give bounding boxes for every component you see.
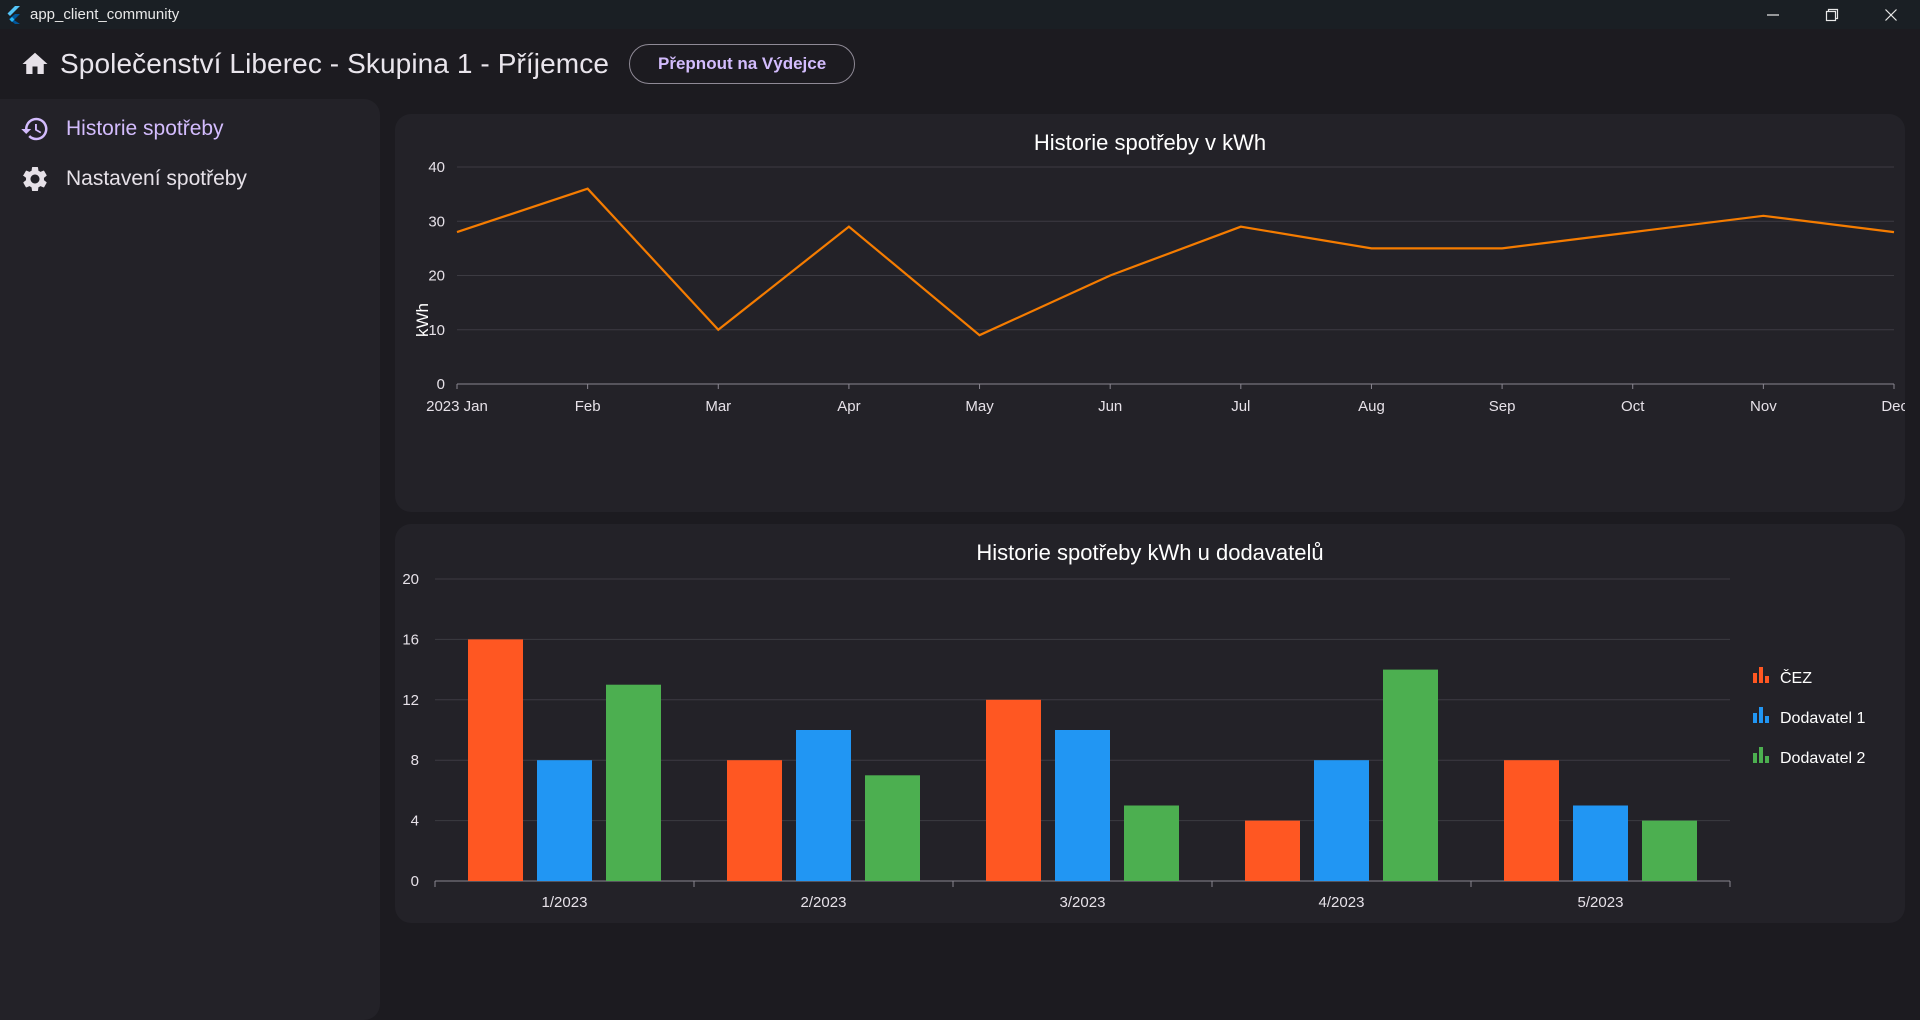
y-tick-label: 4 — [411, 813, 419, 830]
x-tick-label: Jun — [1098, 398, 1122, 415]
sidebar-item-history[interactable]: Historie spotřeby — [0, 104, 380, 154]
minimize-icon — [1766, 13, 1779, 16]
bar — [986, 699, 1041, 881]
x-tick-label: 1/2023 — [542, 894, 588, 911]
y-tick-label: 30 — [428, 213, 445, 230]
bar — [865, 775, 920, 881]
x-tick-label: 4/2023 — [1319, 894, 1365, 911]
y-tick-label: 12 — [402, 692, 419, 709]
bar — [1504, 760, 1559, 881]
x-tick-label: Apr — [837, 398, 860, 415]
legend-label: Dodavatel 2 — [1780, 750, 1865, 767]
legend-swatch — [1753, 713, 1757, 723]
sidebar-item-label: Nastavení spotřeby — [66, 167, 247, 190]
x-tick-label: 2023 Jan — [426, 398, 488, 415]
x-tick-label: Nov — [1750, 398, 1777, 415]
legend-swatch — [1765, 756, 1769, 763]
home-icon[interactable] — [20, 49, 50, 79]
bar — [1055, 730, 1110, 881]
history-icon — [21, 117, 48, 141]
legend-item: ČEZ — [1753, 667, 1812, 687]
y-tick-label: 0 — [437, 376, 445, 393]
close-icon — [1884, 8, 1897, 21]
x-tick-label: Aug — [1358, 398, 1385, 415]
x-tick-label: Mar — [705, 398, 731, 415]
x-tick-label: Jul — [1231, 398, 1250, 415]
x-tick-label: Sep — [1489, 398, 1516, 415]
y-tick-label: 16 — [402, 631, 419, 648]
supplier-history-card: Historie spotřeby kWh u dodavatelů 0 4 8 12… — [395, 524, 1905, 923]
legend-swatch — [1759, 707, 1763, 723]
y-tick-label: 20 — [402, 571, 419, 588]
series-line — [456, 187, 1895, 337]
legend-swatch — [1753, 753, 1757, 763]
bar — [1383, 669, 1438, 881]
restore-button[interactable] — [1802, 0, 1861, 29]
window-title: app_client_community — [30, 6, 180, 23]
bar — [1245, 820, 1300, 881]
x-tick-label: 2/2023 — [801, 894, 847, 911]
x-tick-label: 3/2023 — [1060, 894, 1106, 911]
x-tick-label: May — [965, 398, 994, 415]
y-tick-label: 8 — [411, 752, 419, 769]
gear-icon — [22, 167, 47, 191]
bar — [796, 730, 851, 881]
legend-swatch — [1759, 747, 1763, 763]
switch-to-provider-button[interactable]: Přepnout na Výdejce — [629, 44, 856, 84]
legend-swatch — [1765, 716, 1769, 723]
y-tick-label: 0 — [411, 873, 419, 890]
page-title: Společenství Liberec - Skupina 1 - Příje… — [60, 48, 610, 79]
consumption-line-chart: Historie spotřeby v kWh kWh 010203040202… — [413, 130, 1905, 415]
supplier-bar-chart: Historie spotřeby kWh u dodavatelů 0 4 8 12… — [402, 540, 1865, 911]
y-tick-label: 10 — [428, 322, 445, 339]
legend-swatch — [1765, 676, 1769, 683]
bar — [1573, 805, 1628, 881]
app-header: Společenství Liberec - Skupina 1 - Příje… — [0, 29, 1920, 99]
bar — [537, 760, 592, 881]
bar — [1314, 760, 1369, 881]
x-tick-label: Feb — [575, 398, 601, 415]
bar — [606, 684, 661, 881]
legend-item: Dodavatel 1 — [1753, 707, 1865, 727]
sidebar-item-settings[interactable]: Nastavení spotřeby — [0, 154, 380, 204]
legend-swatch — [1753, 673, 1757, 683]
x-tick-label: Oct — [1621, 398, 1645, 415]
legend-swatch — [1759, 667, 1763, 683]
chart-title: Historie spotřeby v kWh — [1034, 130, 1266, 155]
bar — [468, 639, 523, 881]
y-tick-label: 40 — [428, 159, 445, 176]
bar — [1124, 805, 1179, 881]
restore-icon — [1825, 8, 1838, 21]
window-titlebar: app_client_community — [0, 0, 1920, 29]
flutter-logo-icon — [7, 5, 20, 24]
legend-item: Dodavatel 2 — [1753, 747, 1865, 767]
bar — [1642, 820, 1697, 881]
legend-label: Dodavatel 1 — [1780, 710, 1865, 727]
x-tick-label: Dec — [1881, 398, 1905, 415]
chart-title: Historie spotřeby kWh u dodavatelů — [976, 540, 1323, 565]
x-tick-label: 5/2023 — [1578, 894, 1624, 911]
consumption-history-card: Historie spotřeby v kWh kWh 0 10 20 30 40 202… — [395, 114, 1905, 512]
sidebar: Historie spotřeby Nastavení spotřeby — [0, 99, 380, 1020]
legend-label: ČEZ — [1780, 668, 1812, 687]
close-button[interactable] — [1861, 0, 1920, 29]
bar — [727, 760, 782, 881]
y-tick-label: 20 — [428, 268, 445, 285]
sidebar-item-label: Historie spotřeby — [66, 117, 224, 140]
minimize-button[interactable] — [1743, 0, 1802, 29]
